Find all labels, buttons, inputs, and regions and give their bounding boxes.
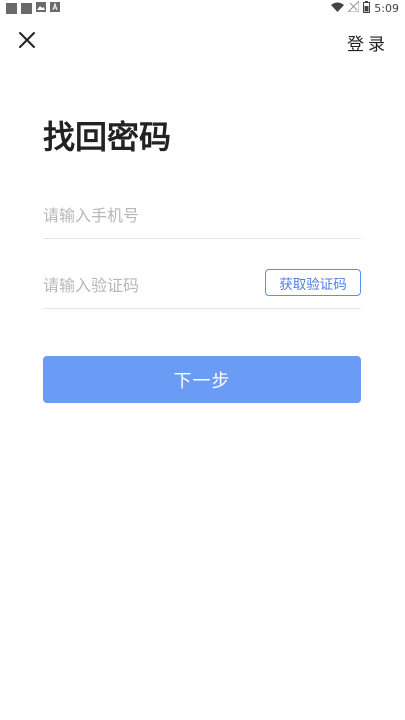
font-icon bbox=[50, 1, 60, 15]
next-step-button[interactable]: 下一步 bbox=[43, 356, 361, 403]
code-field-row: 获取验证码 bbox=[43, 262, 361, 309]
notification-square-icon bbox=[21, 2, 32, 14]
get-code-button[interactable]: 获取验证码 bbox=[265, 269, 361, 296]
status-bar-right: 5:09 bbox=[331, 0, 399, 16]
app-bar: 登录 bbox=[0, 24, 405, 58]
close-icon bbox=[19, 32, 35, 48]
close-button[interactable] bbox=[14, 27, 40, 53]
phone-input[interactable] bbox=[43, 205, 243, 225]
image-icon bbox=[36, 1, 46, 15]
login-link[interactable]: 登录 bbox=[347, 30, 389, 55]
notification-square-icon bbox=[6, 2, 17, 14]
status-bar-left bbox=[6, 1, 60, 15]
status-time: 5:09 bbox=[374, 1, 399, 15]
status-bar: 5:09 bbox=[0, 0, 405, 16]
verification-code-input[interactable] bbox=[43, 275, 243, 295]
no-signal-icon bbox=[347, 0, 360, 15]
page-title: 找回密码 bbox=[43, 118, 172, 156]
battery-icon bbox=[363, 0, 371, 16]
phone-field-row bbox=[43, 192, 361, 239]
wifi-icon bbox=[331, 2, 345, 15]
